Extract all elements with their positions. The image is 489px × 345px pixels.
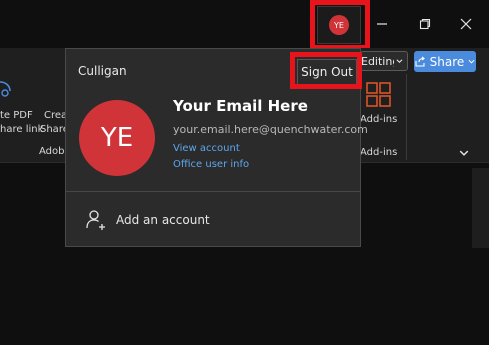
ribbon-collapse-button[interactable] — [459, 143, 473, 157]
view-account-link[interactable]: View account — [173, 143, 240, 154]
add-ins-icon — [366, 82, 391, 107]
create-pdf-label-line1: te PDF — [0, 110, 33, 121]
share-label: Share — [429, 54, 465, 69]
office-user-info-link[interactable]: Office user info — [173, 159, 249, 170]
add-account-label: Add an account — [116, 213, 210, 227]
share-button[interactable]: Share — [414, 51, 476, 72]
create-share-label-line1: Crea — [44, 110, 68, 121]
chevron-down-icon — [459, 150, 469, 156]
create-pdf-label-line2: hare link — [0, 124, 44, 135]
chevron-down-icon — [396, 59, 403, 64]
close-icon[interactable] — [453, 12, 479, 36]
user-name: Your Email Here — [173, 97, 308, 115]
editing-mode-label: Editing — [361, 54, 394, 68]
restore-icon[interactable] — [412, 12, 438, 36]
editing-mode-dropdown[interactable]: Editing — [360, 51, 408, 71]
highlight-box-sign-out — [290, 52, 362, 89]
chevron-down-icon — [468, 59, 475, 64]
add-person-icon — [86, 210, 105, 230]
add-ins-group-label: Add-ins — [360, 147, 398, 158]
scrollbar[interactable] — [472, 168, 489, 248]
user-email: your.email.here@quenchwater.com — [173, 123, 368, 136]
ribbon-separator — [406, 74, 407, 160]
account-avatar-large: YE — [79, 100, 155, 176]
popup-divider — [66, 191, 360, 192]
create-pdf-share-link-button[interactable]: te PDF hare link — [0, 80, 43, 140]
pdf-link-icon — [0, 81, 11, 97]
create-share-button[interactable]: Crea Share — [40, 80, 69, 140]
highlight-box-avatar — [310, 0, 370, 50]
add-account-button[interactable]: Add an account — [86, 207, 210, 233]
adobe-group-label: Adob — [39, 146, 65, 157]
share-icon — [415, 56, 425, 67]
minimize-icon[interactable] — [369, 12, 395, 36]
organization-name: Culligan — [78, 64, 127, 78]
